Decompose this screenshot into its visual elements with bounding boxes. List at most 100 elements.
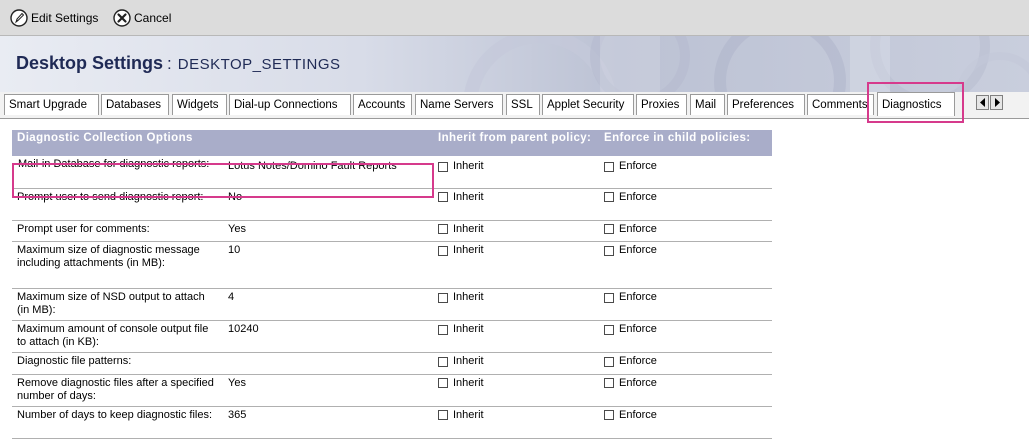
page-title: Desktop Settings: DESKTOP_SETTINGS [16,53,341,74]
tab-smart-upgrade[interactable]: Smart Upgrade [4,94,99,115]
table-header-row: Diagnostic Collection Options Inherit fr… [12,130,772,156]
row-value[interactable]: 10 [223,241,433,289]
enforce-checkbox[interactable]: Enforce [604,191,657,204]
tab-preferences[interactable]: Preferences [727,94,805,115]
column-header-options: Diagnostic Collection Options [12,130,433,156]
enforce-checkbox[interactable]: Enforce [604,377,657,390]
enforce-label: Enforce [619,222,657,235]
row-label: Prompt user for comments: [12,220,223,242]
enforce-checkbox[interactable]: Enforce [604,244,657,257]
row-label: Mail-in Database for diagnostic reports: [12,156,223,189]
checkbox-box [438,224,448,234]
checkbox-box [438,410,448,420]
checkbox-box [604,356,614,367]
arrow-left-icon [980,98,985,107]
tab-diagnostics[interactable]: Diagnostics [877,92,955,116]
tab-label: Dial-up Connections [234,99,338,111]
checkbox-box [438,245,448,256]
table-row: Remove diagnostic files after a specifie… [12,374,772,407]
inherit-checkbox[interactable]: Inherit [438,409,484,422]
tab-label: Applet Security [547,99,625,111]
inherit-checkbox[interactable]: Inherit [438,191,484,204]
tab-label: Preferences [732,99,795,111]
tab-accounts[interactable]: Accounts [353,94,412,115]
row-label: Number of days to keep diagnostic files: [12,406,223,439]
row-value[interactable]: Yes [223,220,433,242]
inherit-label: Inherit [453,323,484,335]
inherit-checkbox[interactable]: Inherit [438,244,484,257]
inherit-checkbox[interactable]: Inherit [438,223,484,236]
enforce-checkbox[interactable]: Enforce [604,355,657,368]
tab-ssl[interactable]: SSL [506,94,540,115]
inherit-label: Inherit [453,355,484,367]
tab-proxies[interactable]: Proxies [636,94,687,115]
cancel-button[interactable]: Cancel [113,8,171,28]
enforce-label: Enforce [619,323,657,335]
row-label: Diagnostic file patterns: [12,352,223,375]
enforce-checkbox[interactable]: Enforce [604,160,657,173]
table-row: Prompt user for comments: Yes Inherit En… [12,220,772,242]
title-separator: : [167,54,172,73]
column-header-enforce: Enforce in child policies: [599,130,772,156]
inherit-label: Inherit [453,408,484,421]
tab-label: Proxies [641,99,680,111]
enforce-checkbox[interactable]: Enforce [604,409,657,422]
inherit-label: Inherit [453,291,484,303]
inherit-checkbox[interactable]: Inherit [438,323,484,336]
tab-comments[interactable]: Comments [807,94,874,115]
tab-dial-up-connections[interactable]: Dial-up Connections [229,94,351,115]
enforce-checkbox[interactable]: Enforce [604,223,657,236]
tab-label: Smart Upgrade [9,99,87,111]
inherit-checkbox[interactable]: Inherit [438,160,484,173]
row-value[interactable]: Lotus Notes/Domino Fault Reports [223,156,433,189]
edit-settings-button[interactable]: Edit Settings [10,8,98,28]
page-title-text: Desktop Settings [16,53,164,73]
inherit-checkbox[interactable]: Inherit [438,355,484,368]
tab-label: Mail [695,99,717,111]
checkbox-box [438,161,448,172]
enforce-checkbox[interactable]: Enforce [604,323,657,336]
checkbox-box [438,378,448,388]
tab-widgets[interactable]: Widgets [172,94,227,115]
row-label: Prompt user to send diagnostic report: [12,188,223,221]
row-value[interactable]: No [223,188,433,221]
enforce-checkbox[interactable]: Enforce [604,291,657,304]
inherit-checkbox[interactable]: Inherit [438,377,484,390]
checkbox-box [438,192,448,202]
tab-scroll-left-button[interactable] [976,95,989,110]
enforce-label: Enforce [619,190,657,203]
checkbox-box [438,356,448,367]
row-label: Maximum size of NSD output to attach (in… [12,288,223,321]
inherit-checkbox[interactable]: Inherit [438,291,484,304]
table-row: Maximum size of diagnostic message inclu… [12,241,772,289]
tab-label: Comments [812,99,868,111]
tab-label: Name Servers [420,99,494,111]
table-row: Number of days to keep diagnostic files:… [12,406,772,439]
row-value[interactable]: 4 [223,288,433,321]
row-value[interactable]: 365 [223,406,433,439]
checkbox-box [438,324,448,335]
checkbox-box [604,378,614,388]
toolbar: Edit Settings Cancel [0,0,1029,36]
row-label: Remove diagnostic files after a specifie… [12,374,223,407]
tab-name-servers[interactable]: Name Servers [415,94,503,115]
page-subtitle: DESKTOP_SETTINGS [177,56,341,73]
row-value[interactable]: 10240 [223,320,433,353]
enforce-label: Enforce [619,244,657,256]
table-row: Maximum size of NSD output to attach (in… [12,288,772,321]
checkbox-box [604,324,614,335]
enforce-label: Enforce [619,160,657,172]
tab-databases[interactable]: Databases [101,94,169,115]
table-row: Mail-in Database for diagnostic reports:… [12,156,772,189]
tab-applet-security[interactable]: Applet Security [542,94,634,115]
tab-label: SSL [511,99,533,111]
diagnostic-options-table: Diagnostic Collection Options Inherit fr… [12,130,772,439]
tab-mail[interactable]: Mail [690,94,725,115]
table-row: Maximum amount of console output file to… [12,320,772,353]
row-value[interactable]: Yes [223,374,433,407]
tab-label: Widgets [177,99,219,111]
inherit-label: Inherit [453,376,484,389]
row-value[interactable] [223,352,433,375]
tab-scroll-right-button[interactable] [990,95,1003,110]
checkbox-box [604,161,614,172]
